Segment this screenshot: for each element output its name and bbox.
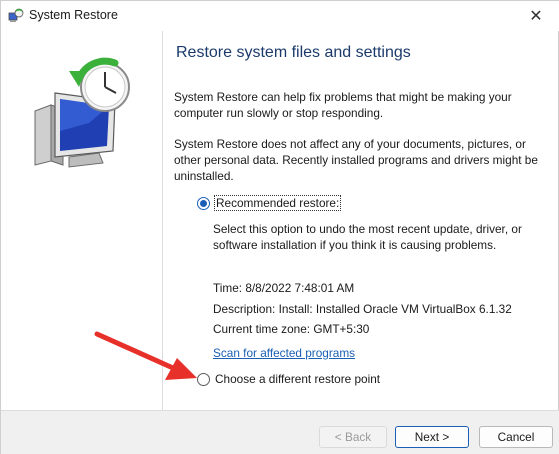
restore-point-time: Time: 8/8/2022 7:48:01 AM [213,281,355,295]
window-title: System Restore [29,8,118,22]
next-button[interactable]: Next > [395,426,469,448]
system-restore-window: System Restore ✕ Restore system files an… [0,0,559,454]
restore-point-description: Description: Install: Installed Oracle V… [213,302,512,316]
close-icon: ✕ [529,8,543,25]
scan-affected-programs-link[interactable]: Scan for affected programs [213,346,355,360]
notice-text: System Restore does not affect any of yo… [174,137,538,183]
restore-point-timezone: Current time zone: GMT+5:30 [213,322,370,336]
title-bar: System Restore ✕ [1,1,559,31]
recommended-restore-option[interactable]: Recommended restore: [197,195,342,211]
close-button[interactable]: ✕ [513,1,559,31]
button-bar: < Back Next > Cancel [1,410,559,454]
cancel-button[interactable]: Cancel [479,426,553,448]
different-restore-point-label: Choose a different restore point [215,372,381,386]
back-button[interactable]: < Back [319,426,387,448]
different-restore-point-option[interactable]: Choose a different restore point [197,372,380,386]
recommended-restore-label: Recommended restore: [213,195,342,211]
side-panel [1,31,163,410]
content-pane: Restore system files and settings System… [164,31,559,410]
page-title: Restore system files and settings [176,44,411,61]
recommended-restore-description: Select this option to undo the most rece… [213,222,522,252]
system-restore-hero-icon [34,57,130,168]
system-restore-icon [8,8,24,22]
intro-text: System Restore can help fix problems tha… [174,90,512,120]
different-restore-point-radio[interactable] [197,372,210,386]
recommended-restore-radio[interactable] [197,196,210,210]
